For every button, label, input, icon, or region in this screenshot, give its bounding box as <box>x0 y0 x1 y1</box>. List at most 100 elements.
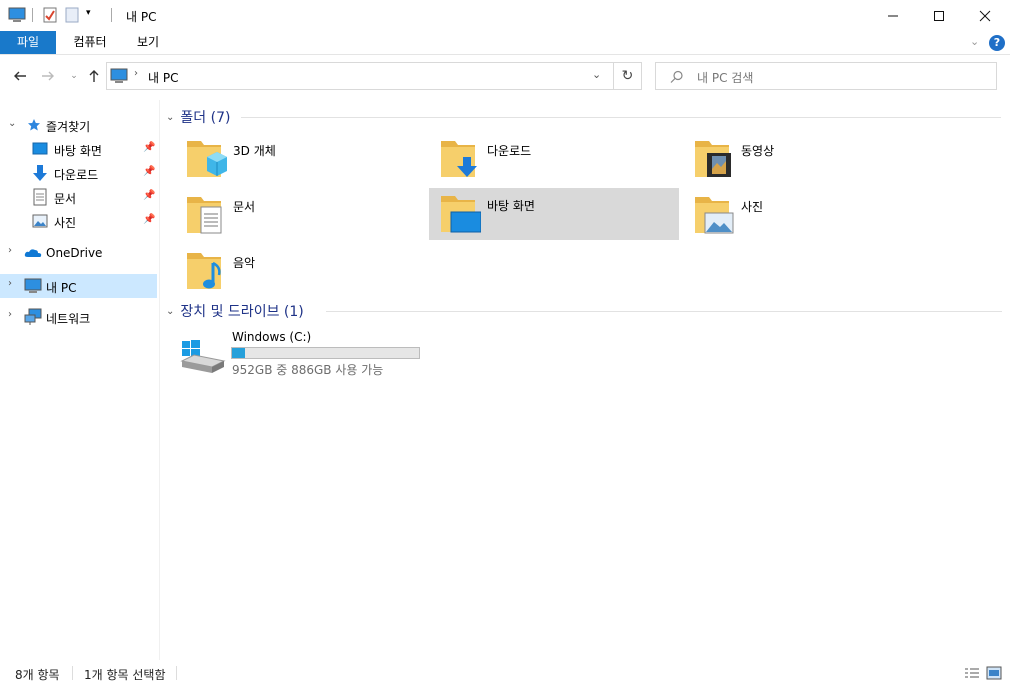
chevron-down-icon[interactable]: ⌄ <box>166 306 174 317</box>
search-placeholder: 내 PC 검색 <box>697 71 754 85</box>
address-bar[interactable]: › 내 PC ⌄ <box>106 62 614 90</box>
drive-name: Windows (C:) <box>232 330 312 344</box>
drive-space: 952GB 중 886GB 사용 가능 <box>232 363 384 377</box>
sidebar-item-desktop[interactable]: 바탕 화면 📌 <box>0 137 157 161</box>
sidebar-item-label: 즐겨찾기 <box>46 120 91 134</box>
customize-toolbar-icon[interactable]: ▾ <box>86 8 91 18</box>
item-count: 8개 항목 <box>15 668 60 682</box>
folder-3d-objects-icon <box>187 141 227 177</box>
minimize-button[interactable] <box>870 0 916 31</box>
folder-label: 바탕 화면 <box>487 199 535 213</box>
sidebar-item-label: 내 PC <box>46 281 77 295</box>
large-icons-view-icon[interactable] <box>986 665 1002 681</box>
folder-music-icon <box>187 253 221 289</box>
forward-button[interactable] <box>38 66 58 86</box>
forward-arrow-icon <box>42 71 54 81</box>
status-bar: 8개 항목 1개 항목 선택함 <box>0 660 1010 686</box>
chevron-right-icon[interactable]: › <box>8 309 12 320</box>
folder-label: 문서 <box>233 200 256 214</box>
group-title: 폴더 (7) <box>180 110 231 126</box>
folder-desktop[interactable]: 바탕 화면 <box>429 188 679 240</box>
folder-documents-icon <box>187 197 222 234</box>
tab-view[interactable]: 보기 <box>122 31 174 54</box>
new-folder-icon[interactable] <box>64 6 80 24</box>
drive-c[interactable]: Windows (C:) 952GB 중 886GB 사용 가능 <box>176 325 436 381</box>
sidebar-item-network[interactable]: › 네트워크 <box>0 305 157 329</box>
close-button[interactable] <box>962 0 1008 31</box>
folder-label: 사진 <box>741 200 764 214</box>
sidebar-item-label: 문서 <box>54 192 77 206</box>
sidebar-item-documents[interactable]: 문서 📌 <box>0 185 157 209</box>
computer-icon <box>24 278 42 293</box>
chevron-down-icon: ⌄ <box>70 71 78 81</box>
folder-downloads-icon <box>441 141 477 177</box>
sidebar-item-label: 네트워크 <box>46 312 91 326</box>
minimize-icon <box>888 15 898 16</box>
back-button[interactable] <box>10 66 30 86</box>
folder-downloads[interactable]: 다운로드 <box>429 133 679 185</box>
windows-drive-icon <box>180 340 226 373</box>
refresh-button[interactable]: ↻ <box>614 62 642 90</box>
pin-icon[interactable]: 📌 <box>143 214 155 225</box>
back-arrow-icon <box>14 71 26 81</box>
computer-icon[interactable] <box>8 7 26 23</box>
folder-desktop-icon <box>441 196 481 233</box>
folder-documents[interactable]: 문서 <box>175 189 425 241</box>
details-view-icon[interactable] <box>964 666 980 680</box>
chevron-down-icon[interactable]: ⌄ <box>8 118 16 129</box>
tab-computer[interactable]: 컴퓨터 <box>62 31 118 54</box>
sidebar-item-quick-access[interactable]: ⌄ 즐겨찾기 <box>0 113 157 137</box>
sidebar-item-label: 다운로드 <box>54 168 99 182</box>
recent-locations-button[interactable]: ⌄ <box>64 66 84 86</box>
pin-icon[interactable]: 📌 <box>143 166 155 177</box>
chevron-right-icon[interactable]: › <box>8 278 12 289</box>
divider <box>32 8 33 22</box>
sidebar-item-label: 사진 <box>54 216 77 230</box>
folder-3d-objects[interactable]: 3D 개체 <box>175 133 425 185</box>
sidebar-item-downloads[interactable]: 다운로드 📌 <box>0 161 157 185</box>
help-icon[interactable]: ? <box>989 35 1005 51</box>
picture-icon <box>32 214 48 228</box>
search-icon <box>670 70 683 83</box>
up-button[interactable] <box>84 66 104 86</box>
tab-file[interactable]: 파일 <box>0 31 56 54</box>
breadcrumb-separator-icon: › <box>134 68 138 79</box>
group-divider <box>326 311 1002 312</box>
sidebar-item-onedrive[interactable]: › OneDrive <box>0 241 157 265</box>
drive-usage-bar <box>231 347 420 359</box>
sidebar-item-label: 바탕 화면 <box>54 144 102 158</box>
pin-icon[interactable]: 📌 <box>143 190 155 201</box>
search-input[interactable]: 내 PC 검색 <box>655 62 997 90</box>
pin-icon[interactable]: 📌 <box>143 142 155 153</box>
divider <box>176 666 177 680</box>
navigation-pane: ⌄ 즐겨찾기 바탕 화면 📌 다운로드 📌 문서 📌 사진 📌 › OneDri… <box>0 100 160 660</box>
maximize-button[interactable] <box>916 0 962 31</box>
properties-icon[interactable] <box>42 6 58 24</box>
sidebar-item-this-pc[interactable]: › 내 PC <box>0 274 157 298</box>
title-bar: ▾ 내 PC <box>0 0 1010 31</box>
sidebar-item-label: OneDrive <box>46 246 103 260</box>
group-header-devices[interactable]: ⌄ 장치 및 드라이브 (1) <box>166 301 1002 321</box>
folder-pictures[interactable]: 사진 <box>683 189 933 241</box>
expand-ribbon-icon[interactable]: ⌄ <box>970 35 979 48</box>
folder-videos-icon <box>695 141 731 177</box>
computer-icon <box>110 68 128 83</box>
group-header-folders[interactable]: ⌄ 폴더 (7) <box>166 107 1002 127</box>
address-dropdown-icon[interactable]: ⌄ <box>592 68 601 81</box>
chevron-down-icon[interactable]: ⌄ <box>166 112 174 123</box>
folder-music[interactable]: 음악 <box>175 245 425 297</box>
folder-videos[interactable]: 동영상 <box>683 133 933 185</box>
breadcrumb[interactable]: 내 PC <box>148 69 178 86</box>
star-icon <box>28 119 40 131</box>
ribbon-tabs: 파일 컴퓨터 보기 ⌄ ? <box>0 31 1010 55</box>
download-arrow-icon <box>33 165 47 181</box>
folder-label: 다운로드 <box>487 144 532 158</box>
document-icon <box>33 188 47 206</box>
selection-count: 1개 항목 선택함 <box>84 668 166 682</box>
sidebar-item-pictures[interactable]: 사진 📌 <box>0 209 157 233</box>
folder-label: 3D 개체 <box>233 144 276 158</box>
desktop-icon <box>32 142 48 155</box>
folder-pictures-icon <box>695 197 734 234</box>
maximize-icon <box>934 10 944 21</box>
chevron-right-icon[interactable]: › <box>8 245 12 256</box>
